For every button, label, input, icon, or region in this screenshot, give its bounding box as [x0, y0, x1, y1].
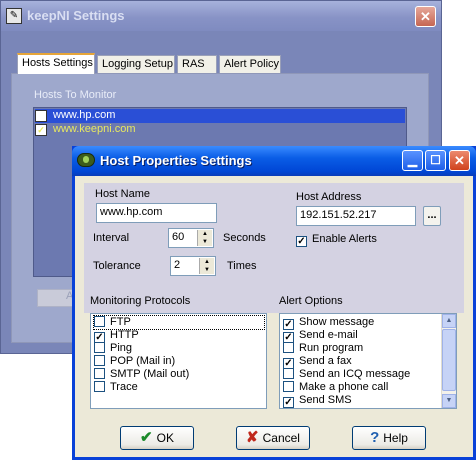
ok-button[interactable]: ✔ OK	[120, 426, 194, 450]
interval-spinner[interactable]: 60 ▲ ▼	[168, 228, 214, 248]
window-title: keepNI Settings	[27, 8, 125, 23]
close-button[interactable]: ✕	[449, 150, 470, 171]
interval-value: 60	[172, 231, 185, 243]
close-button[interactable]: ✕	[415, 6, 436, 27]
minimize-button[interactable]: ▁	[402, 150, 423, 171]
cancel-button[interactable]: ✘ Cancel	[236, 426, 310, 450]
tab-logging-setup[interactable]: Logging Setup	[97, 55, 175, 73]
dialog-titlebar[interactable]: Host Properties Settings ▁ ☐ ✕	[72, 146, 476, 176]
host-name-label: Host Name	[95, 188, 151, 200]
host-row[interactable]: ✓ www.hp.com	[35, 109, 405, 123]
list-item[interactable]: SMTP (Mail out)	[94, 368, 189, 381]
eye-icon	[77, 153, 95, 167]
checkbox-unchecked-icon[interactable]	[283, 381, 294, 392]
question-mark-icon: ?	[370, 429, 380, 446]
list-item[interactable]: ✓ Send e-mail	[283, 329, 358, 343]
maximize-button[interactable]: ☐	[425, 150, 446, 171]
host-name: www.keepni.com	[53, 123, 136, 135]
protocols-list[interactable]: FTP ✓ HTTP Ping POP (Mail in) SMTP (Mail …	[90, 313, 267, 409]
list-item[interactable]: Ping	[94, 342, 132, 355]
list-item[interactable]: Make a phone call	[283, 381, 388, 394]
list-item[interactable]: ✓ HTTP	[94, 329, 139, 343]
list-item[interactable]: ✓ Show message	[283, 316, 374, 330]
tolerance-value: 2	[174, 259, 181, 271]
interval-unit: Seconds	[223, 232, 266, 244]
window-titlebar[interactable]: ✎ keepNI Settings ✕	[1, 1, 441, 31]
list-item[interactable]: Trace	[94, 381, 138, 394]
host-name: www.hp.com	[53, 109, 116, 121]
checkbox-unchecked-icon[interactable]	[283, 342, 294, 353]
checkbox-checked-icon[interactable]: ✓	[35, 124, 47, 136]
tolerance-spinner[interactable]: 2 ▲ ▼	[170, 256, 216, 276]
host-address-label: Host Address	[296, 191, 362, 203]
hosts-to-monitor-label: Hosts To Monitor	[34, 89, 117, 101]
browse-button[interactable]: ...	[423, 206, 441, 226]
tab-hosts-settings[interactable]: Hosts Settings	[17, 53, 95, 74]
tolerance-unit: Times	[227, 260, 257, 272]
checkbox-checked-icon[interactable]: ✓	[35, 110, 47, 122]
host-name-input[interactable]: www.hp.com	[96, 203, 217, 223]
tab-ras[interactable]: RAS	[177, 55, 217, 73]
enable-alerts-checkbox[interactable]: ✓ Enable Alerts	[296, 233, 377, 247]
scrollbar-thumb[interactable]	[442, 329, 456, 391]
alert-options-scrollbar[interactable]: ▲ ▼	[441, 314, 456, 408]
enable-alerts-label: Enable Alerts	[312, 233, 377, 245]
list-item[interactable]: POP (Mail in)	[94, 355, 175, 368]
alert-options-list[interactable]: ✓ Show message ✓ Send e-mail Run program ✓…	[279, 313, 457, 409]
list-item[interactable]: ✓ Send SMS	[283, 394, 352, 408]
alert-options-label: Alert Options	[279, 295, 343, 307]
interval-label: Interval	[93, 232, 130, 244]
checkbox-unchecked-icon[interactable]	[283, 368, 294, 379]
tolerance-label: Tolerance	[93, 260, 141, 272]
list-item[interactable]: ✓ Send a fax	[283, 355, 352, 369]
scroll-down-icon[interactable]: ▼	[442, 394, 456, 408]
spinner-arrows-icon[interactable]: ▲ ▼	[197, 230, 212, 246]
help-button[interactable]: ? Help	[352, 426, 426, 450]
checkbox-checked-icon[interactable]: ✓	[296, 236, 307, 247]
checkbox-unchecked-icon[interactable]	[94, 368, 105, 379]
checkmark-icon: ✔	[140, 429, 153, 446]
host-address-input[interactable]: 192.151.52.217	[296, 206, 416, 226]
dialog-body: Host Name www.hp.com Host Address 192.15…	[75, 176, 473, 457]
host-properties-dialog: Host Properties Settings ▁ ☐ ✕ Host Name…	[72, 146, 476, 460]
monitoring-protocols-label: Monitoring Protocols	[90, 295, 191, 307]
checkbox-unchecked-icon[interactable]	[94, 316, 105, 327]
checkbox-unchecked-icon[interactable]	[94, 355, 105, 366]
list-item[interactable]: FTP	[93, 315, 265, 330]
list-item[interactable]: Run program	[283, 342, 363, 355]
settings-window-icon: ✎	[6, 8, 22, 24]
checkbox-checked-icon[interactable]: ✓	[283, 397, 294, 408]
checkbox-unchecked-icon[interactable]	[94, 381, 105, 392]
host-row[interactable]: ✓ www.keepni.com	[35, 123, 405, 137]
checkbox-unchecked-icon[interactable]	[94, 342, 105, 353]
spinner-arrows-icon[interactable]: ▲ ▼	[199, 258, 214, 274]
list-item[interactable]: Send an ICQ message	[283, 368, 410, 381]
tab-alert-policy[interactable]: Alert Policy	[219, 55, 281, 73]
dialog-title: Host Properties Settings	[100, 153, 252, 168]
cross-icon: ✘	[246, 429, 259, 446]
scroll-up-icon[interactable]: ▲	[442, 314, 456, 328]
